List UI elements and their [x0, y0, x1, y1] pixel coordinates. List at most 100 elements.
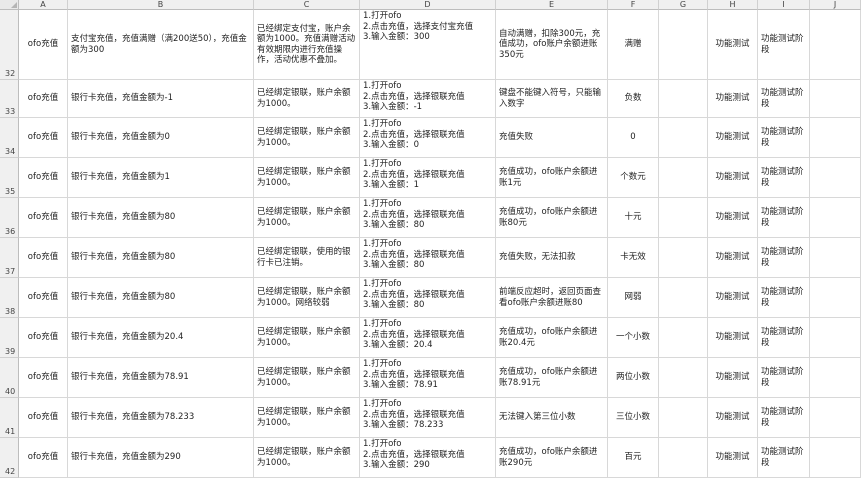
- col-j-cell[interactable]: [810, 238, 861, 278]
- module-cell[interactable]: ofo充值: [19, 278, 68, 318]
- row-header[interactable]: 35: [0, 158, 19, 198]
- module-cell[interactable]: ofo充值: [19, 158, 68, 198]
- column-header-e[interactable]: E: [496, 0, 608, 10]
- category-cell[interactable]: 功能测试: [708, 198, 758, 238]
- category-cell[interactable]: 功能测试: [708, 438, 758, 478]
- precondition-cell[interactable]: 已经绑定银联，账户余额为1000。: [254, 438, 360, 478]
- col-j-cell[interactable]: [810, 438, 861, 478]
- title-cell[interactable]: 支付宝充值，充值满赠（满200送50），充值金额为300: [68, 10, 254, 80]
- steps-cell[interactable]: 1.打开ofo 2.点击充值，选择银联充值 3.输入金额：80: [360, 198, 496, 238]
- category-cell[interactable]: 功能测试: [708, 238, 758, 278]
- title-cell[interactable]: 银行卡充值，充值金额为78.91: [68, 358, 254, 398]
- stage-cell[interactable]: 功能测试阶段: [758, 158, 810, 198]
- col-j-cell[interactable]: [810, 318, 861, 358]
- column-header-b[interactable]: B: [68, 0, 254, 10]
- column-header-i[interactable]: I: [758, 0, 810, 10]
- type-cell[interactable]: 网弱: [608, 278, 659, 318]
- category-cell[interactable]: 功能测试: [708, 158, 758, 198]
- module-cell[interactable]: ofo充值: [19, 318, 68, 358]
- stage-cell[interactable]: 功能测试阶段: [758, 278, 810, 318]
- type-cell[interactable]: 满赠: [608, 10, 659, 80]
- steps-cell[interactable]: 1.打开ofo 2.点击充值，选择银联充值 3.输入金额：78.233: [360, 398, 496, 438]
- type-cell[interactable]: 一个小数: [608, 318, 659, 358]
- type-cell[interactable]: 个数元: [608, 158, 659, 198]
- stage-cell[interactable]: 功能测试阶段: [758, 318, 810, 358]
- col-g-cell[interactable]: [659, 198, 708, 238]
- expected-cell[interactable]: 充值成功，ofo账户余额进账80元: [496, 198, 608, 238]
- module-cell[interactable]: ofo充值: [19, 358, 68, 398]
- row-header[interactable]: 34: [0, 118, 19, 158]
- col-j-cell[interactable]: [810, 198, 861, 238]
- stage-cell[interactable]: 功能测试阶段: [758, 398, 810, 438]
- row-header[interactable]: 36: [0, 198, 19, 238]
- expected-cell[interactable]: 充值成功，ofo账户余额进账78.91元: [496, 358, 608, 398]
- select-all-corner[interactable]: [0, 0, 19, 10]
- precondition-cell[interactable]: 已经绑定银联，账户余额为1000。: [254, 318, 360, 358]
- steps-cell[interactable]: 1.打开ofo 2.点击充值，选择银联充值 3.输入金额：290: [360, 438, 496, 478]
- steps-cell[interactable]: 1.打开ofo 2.点击充值，选择银联充值 3.输入金额：80: [360, 238, 496, 278]
- title-cell[interactable]: 银行卡充值，充值金额为290: [68, 438, 254, 478]
- column-header-c[interactable]: C: [254, 0, 360, 10]
- col-j-cell[interactable]: [810, 278, 861, 318]
- module-cell[interactable]: ofo充值: [19, 398, 68, 438]
- module-cell[interactable]: ofo充值: [19, 238, 68, 278]
- type-cell[interactable]: 负数: [608, 80, 659, 118]
- category-cell[interactable]: 功能测试: [708, 318, 758, 358]
- column-header-j[interactable]: J: [810, 0, 861, 10]
- steps-cell[interactable]: 1.打开ofo 2.点击充值，选择银联充值 3.输入金额：0: [360, 118, 496, 158]
- title-cell[interactable]: 银行卡充值，充值金额为80: [68, 238, 254, 278]
- row-header[interactable]: 38: [0, 278, 19, 318]
- column-header-d[interactable]: D: [360, 0, 496, 10]
- steps-cell[interactable]: 1.打开ofo 2.点击充值，选择银联充值 3.输入金额：-1: [360, 80, 496, 118]
- row-header[interactable]: 37: [0, 238, 19, 278]
- expected-cell[interactable]: 自动满赠，扣除300元，充值成功，ofo账户余额进账350元: [496, 10, 608, 80]
- precondition-cell[interactable]: 已经绑定银联，账户余额为1000。: [254, 80, 360, 118]
- precondition-cell[interactable]: 已经绑定银联，账户余额为1000。: [254, 198, 360, 238]
- expected-cell[interactable]: 充值成功，ofo账户余额进账290元: [496, 438, 608, 478]
- type-cell[interactable]: 卡无效: [608, 238, 659, 278]
- steps-cell[interactable]: 1.打开ofo 2.点击充值，选择银联充值 3.输入金额：1: [360, 158, 496, 198]
- precondition-cell[interactable]: 已经绑定银联，账户余额为1000。: [254, 358, 360, 398]
- row-header[interactable]: 40: [0, 358, 19, 398]
- expected-cell[interactable]: 充值成功，ofo账户余额进账20.4元: [496, 318, 608, 358]
- expected-cell[interactable]: 前端反应超时，返回页面查看ofo账户余额进账80: [496, 278, 608, 318]
- col-j-cell[interactable]: [810, 80, 861, 118]
- row-header[interactable]: 39: [0, 318, 19, 358]
- expected-cell[interactable]: 充值成功，ofo账户余额进账1元: [496, 158, 608, 198]
- precondition-cell[interactable]: 已经绑定银联，账户余额为1000。: [254, 118, 360, 158]
- type-cell[interactable]: 两位小数: [608, 358, 659, 398]
- expected-cell[interactable]: 充值失败，无法扣款: [496, 238, 608, 278]
- precondition-cell[interactable]: 已经绑定银联，账户余额为1000。: [254, 398, 360, 438]
- stage-cell[interactable]: 功能测试阶段: [758, 198, 810, 238]
- steps-cell[interactable]: 1.打开ofo 2.点击充值，选择支付宝充值 3.输入金额：300: [360, 10, 496, 80]
- expected-cell[interactable]: 无法键入第三位小数: [496, 398, 608, 438]
- col-g-cell[interactable]: [659, 118, 708, 158]
- category-cell[interactable]: 功能测试: [708, 358, 758, 398]
- col-g-cell[interactable]: [659, 438, 708, 478]
- col-g-cell[interactable]: [659, 358, 708, 398]
- title-cell[interactable]: 银行卡充值，充值金额为-1: [68, 80, 254, 118]
- col-g-cell[interactable]: [659, 158, 708, 198]
- stage-cell[interactable]: 功能测试阶段: [758, 238, 810, 278]
- stage-cell[interactable]: 功能测试阶段: [758, 10, 810, 80]
- type-cell[interactable]: 0: [608, 118, 659, 158]
- precondition-cell[interactable]: 已经绑定支付宝，账户余额为1000。充值满赠活动有效期限内进行充值操作，活动优惠…: [254, 10, 360, 80]
- category-cell[interactable]: 功能测试: [708, 10, 758, 80]
- steps-cell[interactable]: 1.打开ofo 2.点击充值，选择银联充值 3.输入金额：78.91: [360, 358, 496, 398]
- expected-cell[interactable]: 充值失败: [496, 118, 608, 158]
- row-header[interactable]: 32: [0, 10, 19, 80]
- module-cell[interactable]: ofo充值: [19, 10, 68, 80]
- module-cell[interactable]: ofo充值: [19, 438, 68, 478]
- module-cell[interactable]: ofo充值: [19, 198, 68, 238]
- module-cell[interactable]: ofo充值: [19, 118, 68, 158]
- col-g-cell[interactable]: [659, 398, 708, 438]
- title-cell[interactable]: 银行卡充值，充值金额为80: [68, 198, 254, 238]
- col-j-cell[interactable]: [810, 10, 861, 80]
- row-header[interactable]: 33: [0, 80, 19, 118]
- col-j-cell[interactable]: [810, 158, 861, 198]
- type-cell[interactable]: 百元: [608, 438, 659, 478]
- col-j-cell[interactable]: [810, 358, 861, 398]
- col-g-cell[interactable]: [659, 238, 708, 278]
- column-header-g[interactable]: G: [659, 0, 708, 10]
- stage-cell[interactable]: 功能测试阶段: [758, 80, 810, 118]
